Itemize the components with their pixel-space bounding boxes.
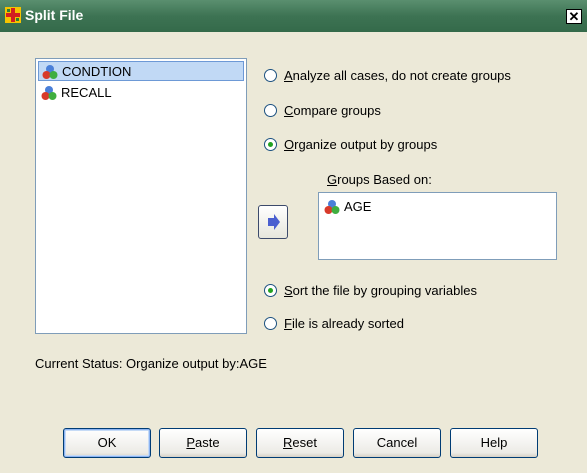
paste-label: Paste [186,435,220,450]
groups-based-on-label: Groups Based on: [327,172,432,187]
sort-file-radio[interactable]: Sort the file by grouping variables [264,282,544,302]
right-arrow-icon [268,214,280,230]
radio-label: File is already sorted [284,316,404,331]
close-button[interactable]: ✕ [566,9,582,24]
variable-item-recall[interactable]: RECALL [38,83,244,103]
radio-indicator [264,104,277,117]
variable-item-condtion[interactable]: CONDTION [38,61,244,81]
split-file-icon [5,7,21,23]
ok-button[interactable]: OK [63,428,151,458]
variable-label: AGE [344,199,372,214]
radio-indicator [264,138,277,151]
nominal-variable-icon [324,200,340,214]
variable-label: CONDTION [62,64,132,79]
variable-label: RECALL [61,85,112,100]
radio-label: Analyze all cases, do not create groups [284,68,511,83]
current-status: Current Status: Organize output by:AGE [35,356,267,371]
radio-indicator [264,69,277,82]
compare-groups-radio[interactable]: Compare groups [264,102,464,122]
reset-button[interactable]: Reset [256,428,344,458]
nominal-variable-icon [41,86,57,100]
move-to-groups-button[interactable] [258,205,288,239]
cancel-label: Cancel [376,435,418,450]
cancel-button[interactable]: Cancel [353,428,441,458]
analyze-all-radio[interactable]: Analyze all cases, do not create groups [264,67,564,87]
close-icon: ✕ [568,9,580,24]
paste-button[interactable]: Paste [159,428,247,458]
radio-label: Sort the file by grouping variables [284,283,477,298]
title-bar: Split File ✕ [0,0,587,32]
already-sorted-radio[interactable]: File is already sorted [264,315,464,335]
ok-label: OK [97,435,117,450]
radio-label: Compare groups [284,103,381,118]
source-variable-list[interactable]: CONDTION RECALL [35,58,247,334]
radio-label: Organize output by groups [284,137,438,152]
window-title: Split File [25,7,84,23]
reset-label: Reset [283,435,317,450]
group-variable-item[interactable]: AGE [321,197,551,217]
organize-output-radio[interactable]: Organize output by groups [264,136,504,156]
radio-indicator [264,317,277,330]
nominal-variable-icon [42,65,58,79]
groups-based-on-list[interactable]: AGE [318,192,557,260]
help-label: Help [480,435,508,450]
radio-indicator [264,284,277,297]
help-button[interactable]: Help [450,428,538,458]
